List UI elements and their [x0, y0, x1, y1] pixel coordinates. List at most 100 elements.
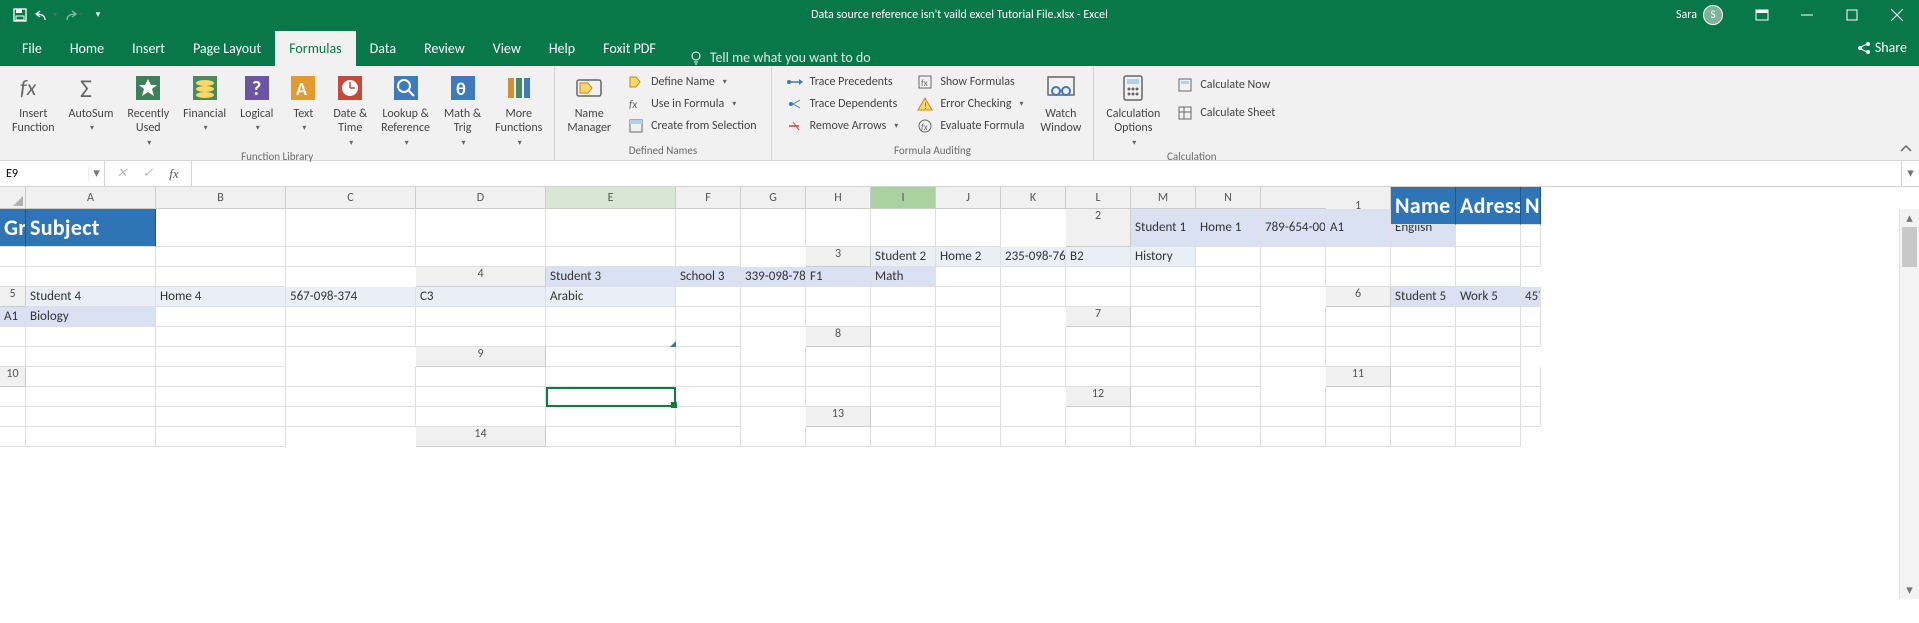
calculate-sheet-button[interactable]: Calculate Sheet — [1172, 102, 1279, 124]
table-cell[interactable]: 235-098-765 — [1001, 247, 1066, 267]
empty-cell[interactable] — [1001, 287, 1066, 307]
empty-cell[interactable] — [936, 287, 1001, 307]
empty-cell[interactable] — [1326, 407, 1391, 427]
tab-data[interactable]: Data — [356, 31, 410, 66]
empty-cell[interactable] — [936, 307, 1001, 327]
empty-cell[interactable] — [1391, 367, 1456, 387]
empty-cell[interactable] — [546, 367, 676, 387]
empty-cell[interactable] — [546, 347, 676, 367]
empty-cell[interactable] — [936, 407, 1001, 427]
empty-cell[interactable] — [156, 367, 286, 387]
empty-cell[interactable] — [1131, 387, 1196, 407]
row-header-2[interactable]: 2 — [1066, 209, 1131, 247]
col-header-E[interactable]: E — [546, 187, 676, 209]
tell-me-input[interactable] — [710, 49, 910, 66]
empty-cell[interactable] — [741, 209, 806, 247]
empty-cell[interactable] — [1391, 387, 1456, 407]
empty-cell[interactable] — [871, 427, 936, 447]
empty-cell[interactable] — [1326, 247, 1391, 267]
spreadsheet-grid[interactable]: ABCDEFGHIJKLMN1NameAdressNumberGradeSubj… — [0, 187, 1919, 599]
empty-cell[interactable] — [676, 387, 741, 407]
tab-file[interactable]: File — [8, 31, 56, 66]
row-header-4[interactable]: 4 — [416, 267, 546, 287]
table-resize-handle[interactable] — [670, 341, 676, 347]
empty-cell[interactable] — [676, 209, 741, 247]
insert-function-button[interactable]: fxInsert Function — [6, 68, 61, 150]
minimize-icon[interactable] — [1784, 0, 1829, 29]
empty-cell[interactable] — [1131, 327, 1196, 347]
tab-foxit-pdf[interactable]: Foxit PDF — [589, 31, 670, 66]
scroll-thumb[interactable] — [1902, 227, 1917, 267]
financial-button[interactable]: Financial▾ — [177, 68, 232, 150]
row-header-13[interactable]: 13 — [806, 407, 871, 427]
table-cell[interactable]: Biology — [26, 307, 156, 327]
empty-cell[interactable] — [546, 427, 676, 447]
calculation-options-button[interactable]: Calculation Options▾ — [1100, 68, 1166, 150]
empty-cell[interactable] — [1521, 407, 1541, 427]
empty-cell[interactable] — [1196, 267, 1261, 287]
empty-cell[interactable] — [806, 307, 871, 327]
col-header-C[interactable]: C — [286, 187, 416, 209]
empty-cell[interactable] — [156, 209, 286, 247]
empty-cell[interactable] — [1196, 247, 1261, 267]
empty-cell[interactable] — [1326, 307, 1391, 327]
empty-cell[interactable] — [1326, 427, 1391, 447]
empty-cell[interactable] — [1326, 347, 1391, 367]
empty-cell[interactable] — [1001, 327, 1066, 347]
empty-cell[interactable] — [936, 327, 1001, 347]
empty-cell[interactable] — [1521, 367, 1541, 387]
empty-cell[interactable] — [156, 267, 286, 287]
select-all-corner[interactable] — [0, 187, 26, 209]
empty-cell[interactable] — [1391, 247, 1456, 267]
tab-formulas[interactable]: Formulas — [275, 31, 355, 66]
empty-cell[interactable] — [741, 387, 806, 407]
collapse-ribbon-icon[interactable] — [1899, 142, 1913, 156]
enter-formula-icon[interactable]: ✓ — [137, 164, 159, 184]
empty-cell[interactable] — [1391, 407, 1456, 427]
empty-cell[interactable] — [1001, 267, 1066, 287]
empty-cell[interactable] — [26, 247, 156, 267]
table-header-4[interactable]: Subject — [26, 209, 156, 247]
col-header-M[interactable]: M — [1131, 187, 1196, 209]
recently-used-button[interactable]: Recently Used▾ — [121, 68, 175, 150]
table-cell[interactable]: Home 1 — [1196, 209, 1261, 247]
empty-cell[interactable] — [676, 247, 741, 267]
row-header-12[interactable]: 12 — [1066, 387, 1131, 407]
table-cell[interactable]: Work 5 — [1456, 287, 1521, 307]
empty-cell[interactable] — [1391, 307, 1456, 327]
empty-cell[interactable] — [416, 327, 546, 347]
empty-cell[interactable] — [156, 327, 286, 347]
empty-cell[interactable] — [871, 387, 936, 407]
empty-cell[interactable] — [1456, 267, 1521, 287]
show-formulas-button[interactable]: fxShow Formulas — [912, 71, 1028, 93]
empty-cell[interactable] — [1066, 267, 1131, 287]
empty-cell[interactable] — [416, 247, 546, 267]
empty-cell[interactable] — [806, 209, 871, 247]
error-checking-button[interactable]: !Error Checking▾ — [912, 93, 1028, 115]
empty-cell[interactable] — [1001, 367, 1066, 387]
table-cell[interactable]: B2 — [1066, 247, 1131, 267]
empty-cell[interactable] — [1131, 367, 1196, 387]
empty-cell[interactable] — [676, 327, 741, 347]
empty-cell[interactable] — [1521, 327, 1541, 347]
tab-home[interactable]: Home — [56, 31, 118, 66]
table-header-0[interactable]: Name — [1391, 187, 1456, 225]
empty-cell[interactable] — [1131, 267, 1196, 287]
empty-cell[interactable] — [936, 367, 1001, 387]
share-button[interactable]: Share — [1857, 29, 1907, 66]
col-header-N[interactable]: N — [1196, 187, 1261, 209]
empty-cell[interactable] — [1456, 247, 1521, 267]
empty-cell[interactable] — [0, 427, 26, 447]
expand-formula-bar-icon[interactable]: ▾ — [1901, 161, 1919, 186]
empty-cell[interactable] — [0, 387, 26, 407]
tab-view[interactable]: View — [479, 31, 535, 66]
table-cell[interactable]: 457-870-387 — [1521, 287, 1541, 307]
remove-arrows-button[interactable]: Remove Arrows▾ — [782, 115, 903, 137]
empty-cell[interactable] — [416, 387, 546, 407]
table-header-3[interactable]: Grade — [0, 209, 26, 247]
empty-cell[interactable] — [1521, 307, 1541, 327]
table-cell[interactable]: Arabic — [546, 287, 676, 307]
empty-cell[interactable] — [741, 287, 806, 307]
qat-customize-icon[interactable]: ▾ — [86, 3, 110, 27]
table-cell[interactable]: Student 4 — [26, 287, 156, 307]
